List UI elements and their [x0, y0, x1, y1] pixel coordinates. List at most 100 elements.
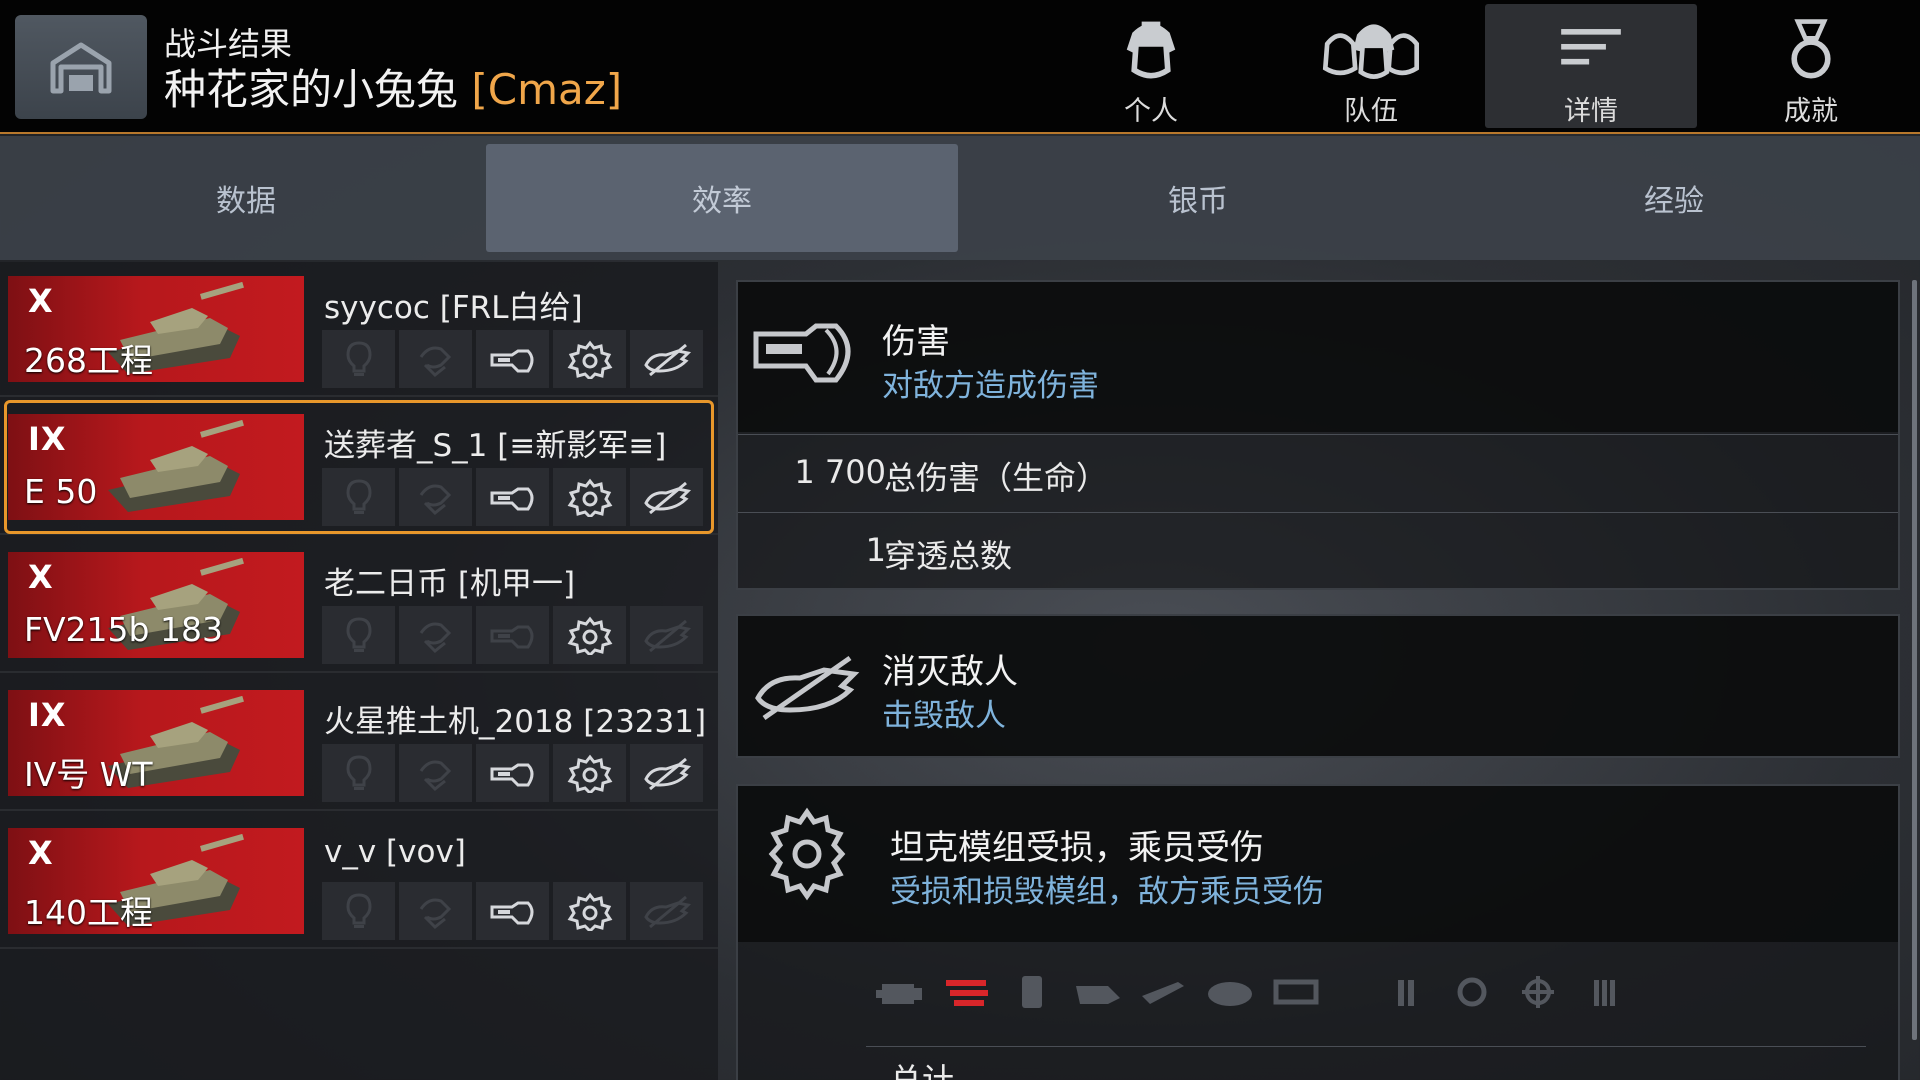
- garage-home-button[interactable]: [15, 15, 147, 119]
- efficiency-icons: [322, 468, 704, 526]
- tab-personal[interactable]: 个人: [1045, 4, 1257, 128]
- engine-icon: [876, 984, 922, 1004]
- stat-slot: [399, 744, 472, 802]
- kills-card-header: 消灭敌人 击毁敌人: [738, 616, 1898, 756]
- turret-icon: [1208, 982, 1252, 1006]
- tank-card: IX IV号 WT: [8, 690, 304, 796]
- stat-slot: [399, 468, 472, 526]
- damage-card-header: 伤害 对敌方造成伤害: [738, 282, 1898, 432]
- modules-total-label: 总计: [890, 1061, 955, 1080]
- sub-tab-bar: 数据 效率 银币 经验: [0, 136, 1920, 260]
- tracks-hit-icon: [946, 980, 988, 1006]
- stat-slot: [630, 882, 703, 940]
- subtab-credits[interactable]: 银币: [962, 144, 1434, 252]
- player-row[interactable]: X FV215b 183 老二日币 [机甲一]: [0, 538, 718, 673]
- player-row[interactable]: X 140工程 v_v [vov]: [0, 814, 718, 949]
- efficiency-icons: [322, 606, 704, 664]
- stat-slot: [399, 330, 472, 388]
- loader-icon: [1594, 980, 1615, 1006]
- player-name: 种花家的小兔兔: [164, 65, 459, 114]
- tank-card: X FV215b 183: [8, 552, 304, 658]
- spotting-icon: [334, 891, 384, 931]
- damage-subtitle: 对敌方造成伤害: [882, 368, 1099, 404]
- modules-title: 坦克模组受损，乘员受伤: [890, 828, 1264, 868]
- spotting-icon: [334, 753, 384, 793]
- kill-icon: [642, 477, 692, 517]
- stat-slot: [630, 330, 703, 388]
- modules-total-row: 总计: [866, 1046, 1866, 1080]
- tank-image: [100, 420, 248, 514]
- player-nickname: 老二日币 [机甲一]: [324, 566, 576, 602]
- damage-icon: [488, 615, 538, 655]
- stat-slot: [399, 882, 472, 940]
- helmet-icon: [1126, 21, 1176, 79]
- modules-damage-icon: [565, 339, 615, 379]
- module-icon-row: [874, 962, 1674, 1022]
- player-row[interactable]: IX E 50 送葬者_S_1 [≡新影军≡]: [0, 400, 718, 535]
- stat-slot: [630, 744, 703, 802]
- tank-tier: X: [28, 282, 54, 320]
- modules-damage-icon: [565, 477, 615, 517]
- stat-slot: [553, 744, 626, 802]
- kills-title: 消灭敌人: [882, 652, 1018, 692]
- kills-subtitle: 击毁敌人: [882, 698, 1006, 734]
- stat-row: 1 穿透总数: [738, 512, 1898, 588]
- subtab-efficiency[interactable]: 效率: [486, 144, 958, 252]
- tank-name: 268工程: [24, 341, 153, 380]
- total-damage-label: 总伤害（生命）: [884, 459, 1109, 497]
- stat-slot: [322, 606, 395, 664]
- modules-card: 坦克模组受损，乘员受伤 受损和损毁模组，敌方乘员受伤 总计: [736, 784, 1900, 1080]
- stat-slot: [322, 330, 395, 388]
- total-damage-value: 1 700: [794, 453, 886, 491]
- stat-slot: [399, 606, 472, 664]
- player-nickname: syycoc [FRL白给]: [324, 290, 583, 326]
- details-icon: [1561, 29, 1621, 65]
- damage-icon: [488, 753, 538, 793]
- stat-slot: [322, 468, 395, 526]
- stat-slot: [476, 744, 549, 802]
- stat-slot: [476, 606, 549, 664]
- damage-title: 伤害: [882, 322, 950, 362]
- tab-achievements-label: 成就: [1784, 96, 1838, 127]
- gun-icon: [1142, 982, 1184, 1004]
- damage-icon: [488, 339, 538, 379]
- tank-name: IV号 WT: [24, 755, 153, 794]
- tab-team[interactable]: 队伍: [1265, 4, 1477, 128]
- detail-scrollbar[interactable]: [1912, 280, 1917, 1040]
- detail-panel: 伤害 对敌方造成伤害 1 700 总伤害（生命） 1 穿透总数 消灭敌人 击毁敌…: [736, 262, 1900, 1080]
- tab-details-label: 详情: [1564, 96, 1618, 127]
- stat-row: 1 700 总伤害（生命）: [738, 434, 1898, 510]
- player-row[interactable]: IX IV号 WT 火星推土机_2018 [23231]: [0, 676, 718, 811]
- modules-damage-icon: [565, 753, 615, 793]
- stat-slot: [322, 744, 395, 802]
- destroyed-tank-icon: [755, 655, 860, 721]
- garage-icon: [50, 42, 112, 94]
- stat-slot: [553, 330, 626, 388]
- stat-slot: [476, 330, 549, 388]
- stat-slot: [553, 882, 626, 940]
- damage-shell-icon: [753, 323, 851, 383]
- gunner-icon: [1522, 976, 1554, 1008]
- efficiency-icons: [322, 330, 704, 388]
- player-list[interactable]: X 268工程 syycoc [FRL白给] IX E 50 送葬者_S_1 […: [0, 262, 718, 1080]
- spotting-icon: [334, 339, 384, 379]
- subtab-experience[interactable]: 经验: [1438, 144, 1910, 252]
- tank-name: 140工程: [24, 893, 153, 932]
- player-nickname: v_v [vov]: [324, 834, 466, 870]
- battle-result-label: 战斗结果: [164, 25, 293, 63]
- kill-icon: [642, 753, 692, 793]
- commander-icon: [1398, 980, 1414, 1006]
- player-row[interactable]: X 268工程 syycoc [FRL白给]: [0, 262, 718, 397]
- subtab-data[interactable]: 数据: [10, 144, 482, 252]
- tank-card: X 140工程: [8, 828, 304, 934]
- radio-icon: [1076, 986, 1120, 1004]
- spotting-icon: [334, 615, 384, 655]
- kill-icon: [642, 339, 692, 379]
- tab-details[interactable]: 详情: [1485, 4, 1697, 128]
- ammo-rack-icon: [1022, 976, 1042, 1008]
- efficiency-icons: [322, 744, 704, 802]
- modules-damage-icon: [565, 891, 615, 931]
- title-block: 战斗结果 种花家的小兔兔 [Cmaz]: [164, 24, 622, 116]
- gear-icon: [768, 807, 846, 901]
- tab-achievements[interactable]: 成就: [1705, 4, 1917, 128]
